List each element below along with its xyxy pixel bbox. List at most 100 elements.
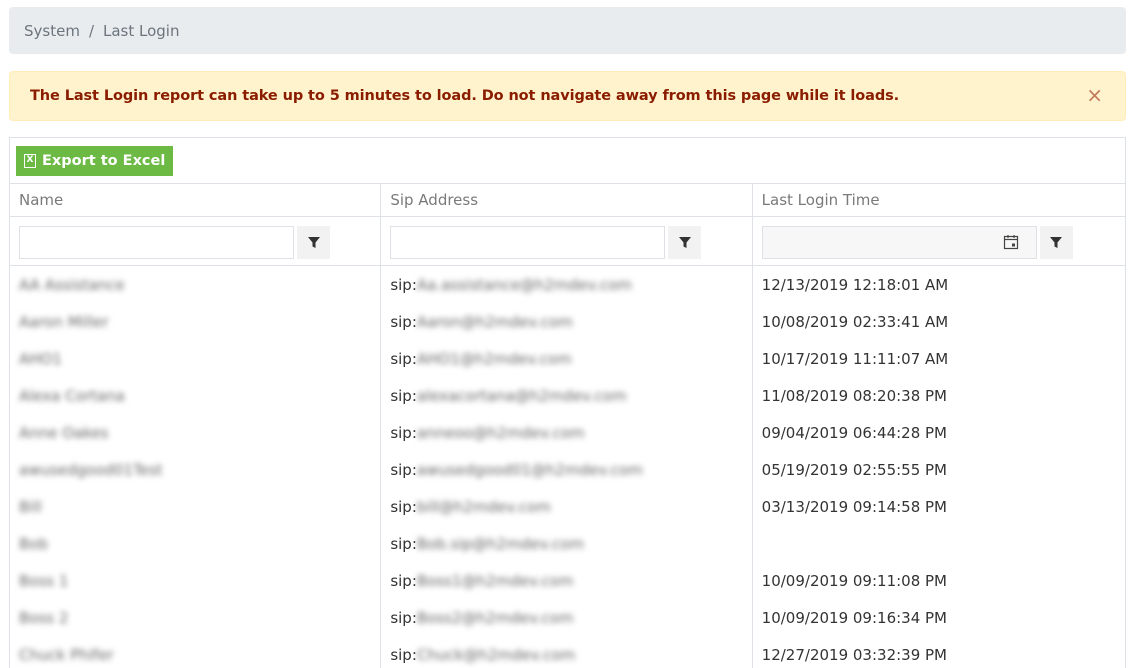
close-icon[interactable]: ×: [1086, 85, 1103, 105]
last-login-grid: X Export to Excel Name Sip Address Last …: [9, 137, 1126, 668]
sip-prefix: sip:: [390, 349, 417, 368]
sip-prefix: sip:: [390, 534, 417, 553]
table-row[interactable]: awusedgood01Test sip: awusedgood01@h2mdev.…: [10, 451, 1125, 488]
user-name: AA Assistance: [19, 275, 125, 294]
table-row[interactable]: AA Assistance sip: Aa.assistance@h2mdev.co…: [10, 266, 1125, 303]
filter-cell-name: [10, 217, 382, 265]
last-login-cell: 10/09/2019 09:11:08 PM: [753, 562, 1125, 599]
last-login-cell: 10/17/2019 11:11:07 AM: [753, 340, 1125, 377]
sip-address: Bob.sip@h2mdev.com: [416, 534, 585, 553]
user-name: Bill: [19, 497, 42, 516]
last-login-time: 11/08/2019 08:20:38 PM: [761, 386, 948, 405]
last-login-time: 10/08/2019 02:33:41 AM: [761, 312, 949, 331]
table-row[interactable]: Boss 2 sip: Boss2@h2mdev.com 10/09/2019 09:…: [10, 599, 1125, 636]
table-row[interactable]: Chuck Phifer sip: Chuck@h2mdev.com 12/27/20…: [10, 636, 1125, 668]
name-cell: Aaron Miller: [10, 303, 382, 340]
sip-cell: sip: Boss1@h2mdev.com: [381, 562, 753, 599]
user-name: Chuck Phifer: [19, 645, 114, 664]
filter-row: [10, 217, 1125, 266]
sip-address: awusedgood01@h2mdev.com: [416, 460, 643, 479]
sip-cell: sip: alexacortana@h2mdev.com: [381, 377, 753, 414]
last-login-cell: 05/19/2019 02:55:55 PM: [753, 451, 1125, 488]
sip-address: Boss2@h2mdev.com: [416, 608, 574, 627]
table-row[interactable]: Bill sip: bill@h2mdev.com 03/13/2019 09:14:…: [10, 488, 1125, 525]
breadcrumb-current: Last Login: [103, 21, 180, 40]
sip-prefix: sip:: [390, 645, 417, 664]
sip-cell: sip: Aaron@h2mdev.com: [381, 303, 753, 340]
calendar-icon[interactable]: [1003, 234, 1019, 250]
sip-prefix: sip:: [390, 275, 417, 294]
sip-address: AHO1@h2mdev.com: [416, 349, 572, 368]
export-label: Export to Excel: [42, 152, 166, 169]
sip-cell: sip: Boss2@h2mdev.com: [381, 599, 753, 636]
name-cell: Anne Oakes: [10, 414, 382, 451]
user-name: AHO1: [19, 349, 62, 368]
name-cell: awusedgood01Test: [10, 451, 382, 488]
column-header-last-login-time[interactable]: Last Login Time: [753, 184, 1125, 216]
last-login-time: 12/27/2019 03:32:39 PM: [761, 645, 948, 664]
sip-prefix: sip:: [390, 608, 417, 627]
last-login-cell: 12/27/2019 03:32:39 PM: [753, 636, 1125, 668]
sip-cell: sip: AHO1@h2mdev.com: [381, 340, 753, 377]
name-cell: Chuck Phifer: [10, 636, 382, 668]
sip-address: Boss1@h2mdev.com: [416, 571, 574, 590]
breadcrumb-system[interactable]: System: [24, 22, 80, 40]
last-login-time: 10/09/2019 09:16:34 PM: [761, 608, 948, 627]
sip-cell: sip: Aa.assistance@h2mdev.com: [381, 266, 753, 303]
sip-address: Aaron@h2mdev.com: [416, 312, 573, 331]
last-login-time: 12/13/2019 12:18:01 AM: [761, 275, 949, 294]
user-name: Boss 1: [19, 571, 69, 590]
user-name: Aaron Miller: [19, 312, 109, 331]
name-cell: Alexa Cortana: [10, 377, 382, 414]
table-row[interactable]: Anne Oakes sip: anneoo@h2mdev.com 09/04/201…: [10, 414, 1125, 451]
excel-icon: X: [24, 153, 36, 168]
table-row[interactable]: Alexa Cortana sip: alexacortana@h2mdev.com…: [10, 377, 1125, 414]
last-login-cell: 10/09/2019 09:16:34 PM: [753, 599, 1125, 636]
sip-filter-input[interactable]: [390, 226, 666, 259]
sip-address: Chuck@h2mdev.com: [416, 645, 576, 664]
name-cell: Boss 1: [10, 562, 382, 599]
header-row: Name Sip Address Last Login Time: [10, 184, 1125, 217]
sip-address: Aa.assistance@h2mdev.com: [416, 275, 632, 294]
name-cell: AA Assistance: [10, 266, 382, 303]
user-name: Bob: [19, 534, 48, 553]
filter-cell-time: [753, 217, 1125, 265]
last-login-cell: 12/13/2019 12:18:01 AM: [753, 266, 1125, 303]
breadcrumb-separator: /: [88, 21, 94, 40]
time-filter-button[interactable]: [1039, 226, 1073, 259]
load-warning-alert: The Last Login report can take up to 5 m…: [9, 71, 1126, 121]
export-to-excel-button[interactable]: X Export to Excel: [16, 145, 174, 176]
last-login-cell: 10/08/2019 02:33:41 AM: [753, 303, 1125, 340]
user-name: Anne Oakes: [19, 423, 109, 442]
name-cell: Bob: [10, 525, 382, 562]
name-filter-input[interactable]: [19, 226, 294, 259]
table-row[interactable]: AHO1 sip: AHO1@h2mdev.com 10/17/2019 11:11:…: [10, 340, 1125, 377]
date-filter-input[interactable]: [761, 226, 1037, 259]
name-cell: AHO1: [10, 340, 382, 377]
table-row[interactable]: Boss 1 sip: Boss1@h2mdev.com 10/09/2019 09:…: [10, 562, 1125, 599]
sip-prefix: sip:: [390, 497, 417, 516]
name-filter-button[interactable]: [297, 226, 330, 259]
table-body: AA Assistance sip: Aa.assistance@h2mdev.co…: [10, 266, 1125, 668]
sip-cell: sip: anneoo@h2mdev.com: [381, 414, 753, 451]
sip-cell: sip: Bob.sip@h2mdev.com: [381, 525, 753, 562]
sip-address: alexacortana@h2mdev.com: [416, 386, 627, 405]
table-row[interactable]: Aaron Miller sip: Aaron@h2mdev.com 10/08/20…: [10, 303, 1125, 340]
column-header-sip-address[interactable]: Sip Address: [381, 184, 753, 216]
sip-address: anneoo@h2mdev.com: [416, 423, 585, 442]
user-name: Alexa Cortana: [19, 386, 125, 405]
filter-icon: [678, 236, 691, 248]
sip-prefix: sip:: [390, 386, 417, 405]
sip-prefix: sip:: [390, 571, 417, 590]
breadcrumb: System / Last Login: [9, 7, 1126, 54]
sip-filter-button[interactable]: [668, 226, 702, 259]
column-header-name[interactable]: Name: [10, 184, 382, 216]
sip-prefix: sip:: [390, 312, 417, 331]
sip-prefix: sip:: [390, 460, 417, 479]
last-login-time: 10/17/2019 11:11:07 AM: [761, 349, 949, 368]
filter-icon: [307, 236, 320, 248]
table-row[interactable]: Bob sip: Bob.sip@h2mdev.com: [10, 525, 1125, 562]
name-cell: Boss 2: [10, 599, 382, 636]
sip-prefix: sip:: [390, 423, 417, 442]
last-login-time: 05/19/2019 02:55:55 PM: [761, 460, 948, 479]
